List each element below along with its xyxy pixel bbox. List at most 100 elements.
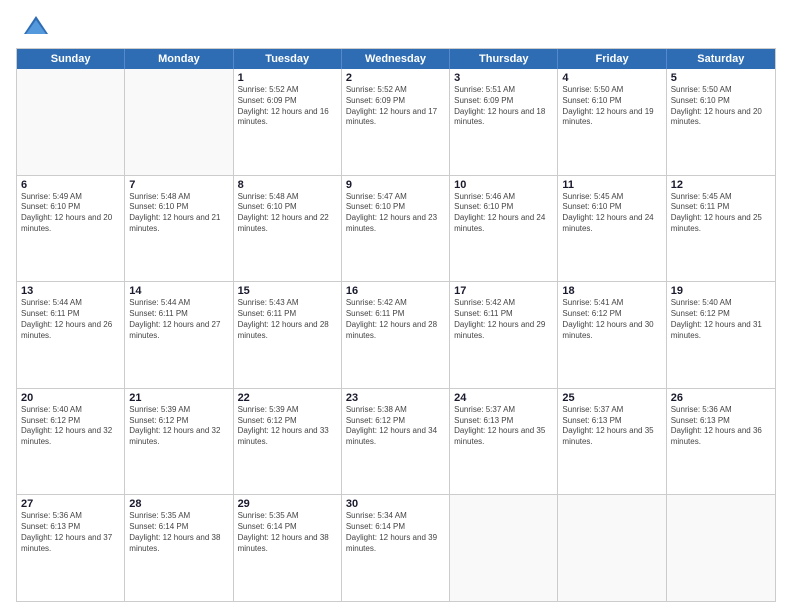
calendar-cell: 29Sunrise: 5:35 AM Sunset: 6:14 PM Dayli… xyxy=(234,495,342,601)
cell-info: Sunrise: 5:49 AM Sunset: 6:10 PM Dayligh… xyxy=(21,192,120,235)
day-number: 11 xyxy=(562,179,661,191)
cell-info: Sunrise: 5:50 AM Sunset: 6:10 PM Dayligh… xyxy=(671,85,771,128)
calendar-cell: 11Sunrise: 5:45 AM Sunset: 6:10 PM Dayli… xyxy=(558,176,666,282)
cell-info: Sunrise: 5:40 AM Sunset: 6:12 PM Dayligh… xyxy=(671,298,771,341)
calendar-cell: 4Sunrise: 5:50 AM Sunset: 6:10 PM Daylig… xyxy=(558,69,666,175)
day-number: 7 xyxy=(129,179,228,191)
cell-info: Sunrise: 5:52 AM Sunset: 6:09 PM Dayligh… xyxy=(346,85,445,128)
calendar-cell: 8Sunrise: 5:48 AM Sunset: 6:10 PM Daylig… xyxy=(234,176,342,282)
calendar-cell xyxy=(450,495,558,601)
calendar-cell: 18Sunrise: 5:41 AM Sunset: 6:12 PM Dayli… xyxy=(558,282,666,388)
day-number: 8 xyxy=(238,179,337,191)
cell-info: Sunrise: 5:37 AM Sunset: 6:13 PM Dayligh… xyxy=(562,405,661,448)
cell-info: Sunrise: 5:44 AM Sunset: 6:11 PM Dayligh… xyxy=(21,298,120,341)
cell-info: Sunrise: 5:52 AM Sunset: 6:09 PM Dayligh… xyxy=(238,85,337,128)
cell-info: Sunrise: 5:34 AM Sunset: 6:14 PM Dayligh… xyxy=(346,511,445,554)
calendar-cell: 1Sunrise: 5:52 AM Sunset: 6:09 PM Daylig… xyxy=(234,69,342,175)
calendar-cell: 20Sunrise: 5:40 AM Sunset: 6:12 PM Dayli… xyxy=(17,389,125,495)
calendar-row-1: 1Sunrise: 5:52 AM Sunset: 6:09 PM Daylig… xyxy=(17,69,775,176)
day-number: 21 xyxy=(129,392,228,404)
header-day-wednesday: Wednesday xyxy=(342,49,450,69)
calendar-cell: 26Sunrise: 5:36 AM Sunset: 6:13 PM Dayli… xyxy=(667,389,775,495)
day-number: 26 xyxy=(671,392,771,404)
calendar-cell xyxy=(17,69,125,175)
day-number: 30 xyxy=(346,498,445,510)
cell-info: Sunrise: 5:41 AM Sunset: 6:12 PM Dayligh… xyxy=(562,298,661,341)
day-number: 1 xyxy=(238,72,337,84)
calendar-cell: 25Sunrise: 5:37 AM Sunset: 6:13 PM Dayli… xyxy=(558,389,666,495)
calendar-cell: 2Sunrise: 5:52 AM Sunset: 6:09 PM Daylig… xyxy=(342,69,450,175)
cell-info: Sunrise: 5:43 AM Sunset: 6:11 PM Dayligh… xyxy=(238,298,337,341)
day-number: 9 xyxy=(346,179,445,191)
calendar-cell: 16Sunrise: 5:42 AM Sunset: 6:11 PM Dayli… xyxy=(342,282,450,388)
calendar-cell xyxy=(558,495,666,601)
calendar-row-2: 6Sunrise: 5:49 AM Sunset: 6:10 PM Daylig… xyxy=(17,176,775,283)
page: SundayMondayTuesdayWednesdayThursdayFrid… xyxy=(0,0,792,612)
calendar-row-3: 13Sunrise: 5:44 AM Sunset: 6:11 PM Dayli… xyxy=(17,282,775,389)
day-number: 17 xyxy=(454,285,553,297)
cell-info: Sunrise: 5:35 AM Sunset: 6:14 PM Dayligh… xyxy=(238,511,337,554)
calendar: SundayMondayTuesdayWednesdayThursdayFrid… xyxy=(16,48,776,602)
calendar-row-5: 27Sunrise: 5:36 AM Sunset: 6:13 PM Dayli… xyxy=(17,495,775,601)
calendar-cell: 12Sunrise: 5:45 AM Sunset: 6:11 PM Dayli… xyxy=(667,176,775,282)
day-number: 6 xyxy=(21,179,120,191)
calendar-cell: 5Sunrise: 5:50 AM Sunset: 6:10 PM Daylig… xyxy=(667,69,775,175)
cell-info: Sunrise: 5:45 AM Sunset: 6:11 PM Dayligh… xyxy=(671,192,771,235)
day-number: 24 xyxy=(454,392,553,404)
header-day-monday: Monday xyxy=(125,49,233,69)
calendar-cell: 7Sunrise: 5:48 AM Sunset: 6:10 PM Daylig… xyxy=(125,176,233,282)
calendar-cell: 28Sunrise: 5:35 AM Sunset: 6:14 PM Dayli… xyxy=(125,495,233,601)
cell-info: Sunrise: 5:39 AM Sunset: 6:12 PM Dayligh… xyxy=(129,405,228,448)
day-number: 27 xyxy=(21,498,120,510)
day-number: 10 xyxy=(454,179,553,191)
calendar-body: 1Sunrise: 5:52 AM Sunset: 6:09 PM Daylig… xyxy=(17,69,775,601)
cell-info: Sunrise: 5:42 AM Sunset: 6:11 PM Dayligh… xyxy=(454,298,553,341)
cell-info: Sunrise: 5:51 AM Sunset: 6:09 PM Dayligh… xyxy=(454,85,553,128)
day-number: 2 xyxy=(346,72,445,84)
header-day-friday: Friday xyxy=(558,49,666,69)
cell-info: Sunrise: 5:48 AM Sunset: 6:10 PM Dayligh… xyxy=(238,192,337,235)
calendar-cell: 9Sunrise: 5:47 AM Sunset: 6:10 PM Daylig… xyxy=(342,176,450,282)
day-number: 20 xyxy=(21,392,120,404)
day-number: 13 xyxy=(21,285,120,297)
calendar-cell: 22Sunrise: 5:39 AM Sunset: 6:12 PM Dayli… xyxy=(234,389,342,495)
day-number: 29 xyxy=(238,498,337,510)
day-number: 14 xyxy=(129,285,228,297)
day-number: 12 xyxy=(671,179,771,191)
cell-info: Sunrise: 5:39 AM Sunset: 6:12 PM Dayligh… xyxy=(238,405,337,448)
logo xyxy=(16,12,50,40)
cell-info: Sunrise: 5:38 AM Sunset: 6:12 PM Dayligh… xyxy=(346,405,445,448)
day-number: 18 xyxy=(562,285,661,297)
cell-info: Sunrise: 5:37 AM Sunset: 6:13 PM Dayligh… xyxy=(454,405,553,448)
calendar-cell xyxy=(125,69,233,175)
calendar-header: SundayMondayTuesdayWednesdayThursdayFrid… xyxy=(17,49,775,69)
day-number: 19 xyxy=(671,285,771,297)
cell-info: Sunrise: 5:45 AM Sunset: 6:10 PM Dayligh… xyxy=(562,192,661,235)
logo-icon xyxy=(22,12,50,40)
day-number: 4 xyxy=(562,72,661,84)
day-number: 15 xyxy=(238,285,337,297)
calendar-row-4: 20Sunrise: 5:40 AM Sunset: 6:12 PM Dayli… xyxy=(17,389,775,496)
calendar-cell: 23Sunrise: 5:38 AM Sunset: 6:12 PM Dayli… xyxy=(342,389,450,495)
day-number: 25 xyxy=(562,392,661,404)
calendar-cell xyxy=(667,495,775,601)
cell-info: Sunrise: 5:50 AM Sunset: 6:10 PM Dayligh… xyxy=(562,85,661,128)
day-number: 22 xyxy=(238,392,337,404)
calendar-cell: 6Sunrise: 5:49 AM Sunset: 6:10 PM Daylig… xyxy=(17,176,125,282)
cell-info: Sunrise: 5:48 AM Sunset: 6:10 PM Dayligh… xyxy=(129,192,228,235)
cell-info: Sunrise: 5:47 AM Sunset: 6:10 PM Dayligh… xyxy=(346,192,445,235)
calendar-cell: 15Sunrise: 5:43 AM Sunset: 6:11 PM Dayli… xyxy=(234,282,342,388)
calendar-cell: 10Sunrise: 5:46 AM Sunset: 6:10 PM Dayli… xyxy=(450,176,558,282)
cell-info: Sunrise: 5:42 AM Sunset: 6:11 PM Dayligh… xyxy=(346,298,445,341)
cell-info: Sunrise: 5:46 AM Sunset: 6:10 PM Dayligh… xyxy=(454,192,553,235)
cell-info: Sunrise: 5:35 AM Sunset: 6:14 PM Dayligh… xyxy=(129,511,228,554)
calendar-cell: 21Sunrise: 5:39 AM Sunset: 6:12 PM Dayli… xyxy=(125,389,233,495)
day-number: 23 xyxy=(346,392,445,404)
calendar-cell: 3Sunrise: 5:51 AM Sunset: 6:09 PM Daylig… xyxy=(450,69,558,175)
day-number: 5 xyxy=(671,72,771,84)
cell-info: Sunrise: 5:36 AM Sunset: 6:13 PM Dayligh… xyxy=(671,405,771,448)
header xyxy=(16,12,776,40)
cell-info: Sunrise: 5:36 AM Sunset: 6:13 PM Dayligh… xyxy=(21,511,120,554)
calendar-cell: 30Sunrise: 5:34 AM Sunset: 6:14 PM Dayli… xyxy=(342,495,450,601)
header-day-saturday: Saturday xyxy=(667,49,775,69)
